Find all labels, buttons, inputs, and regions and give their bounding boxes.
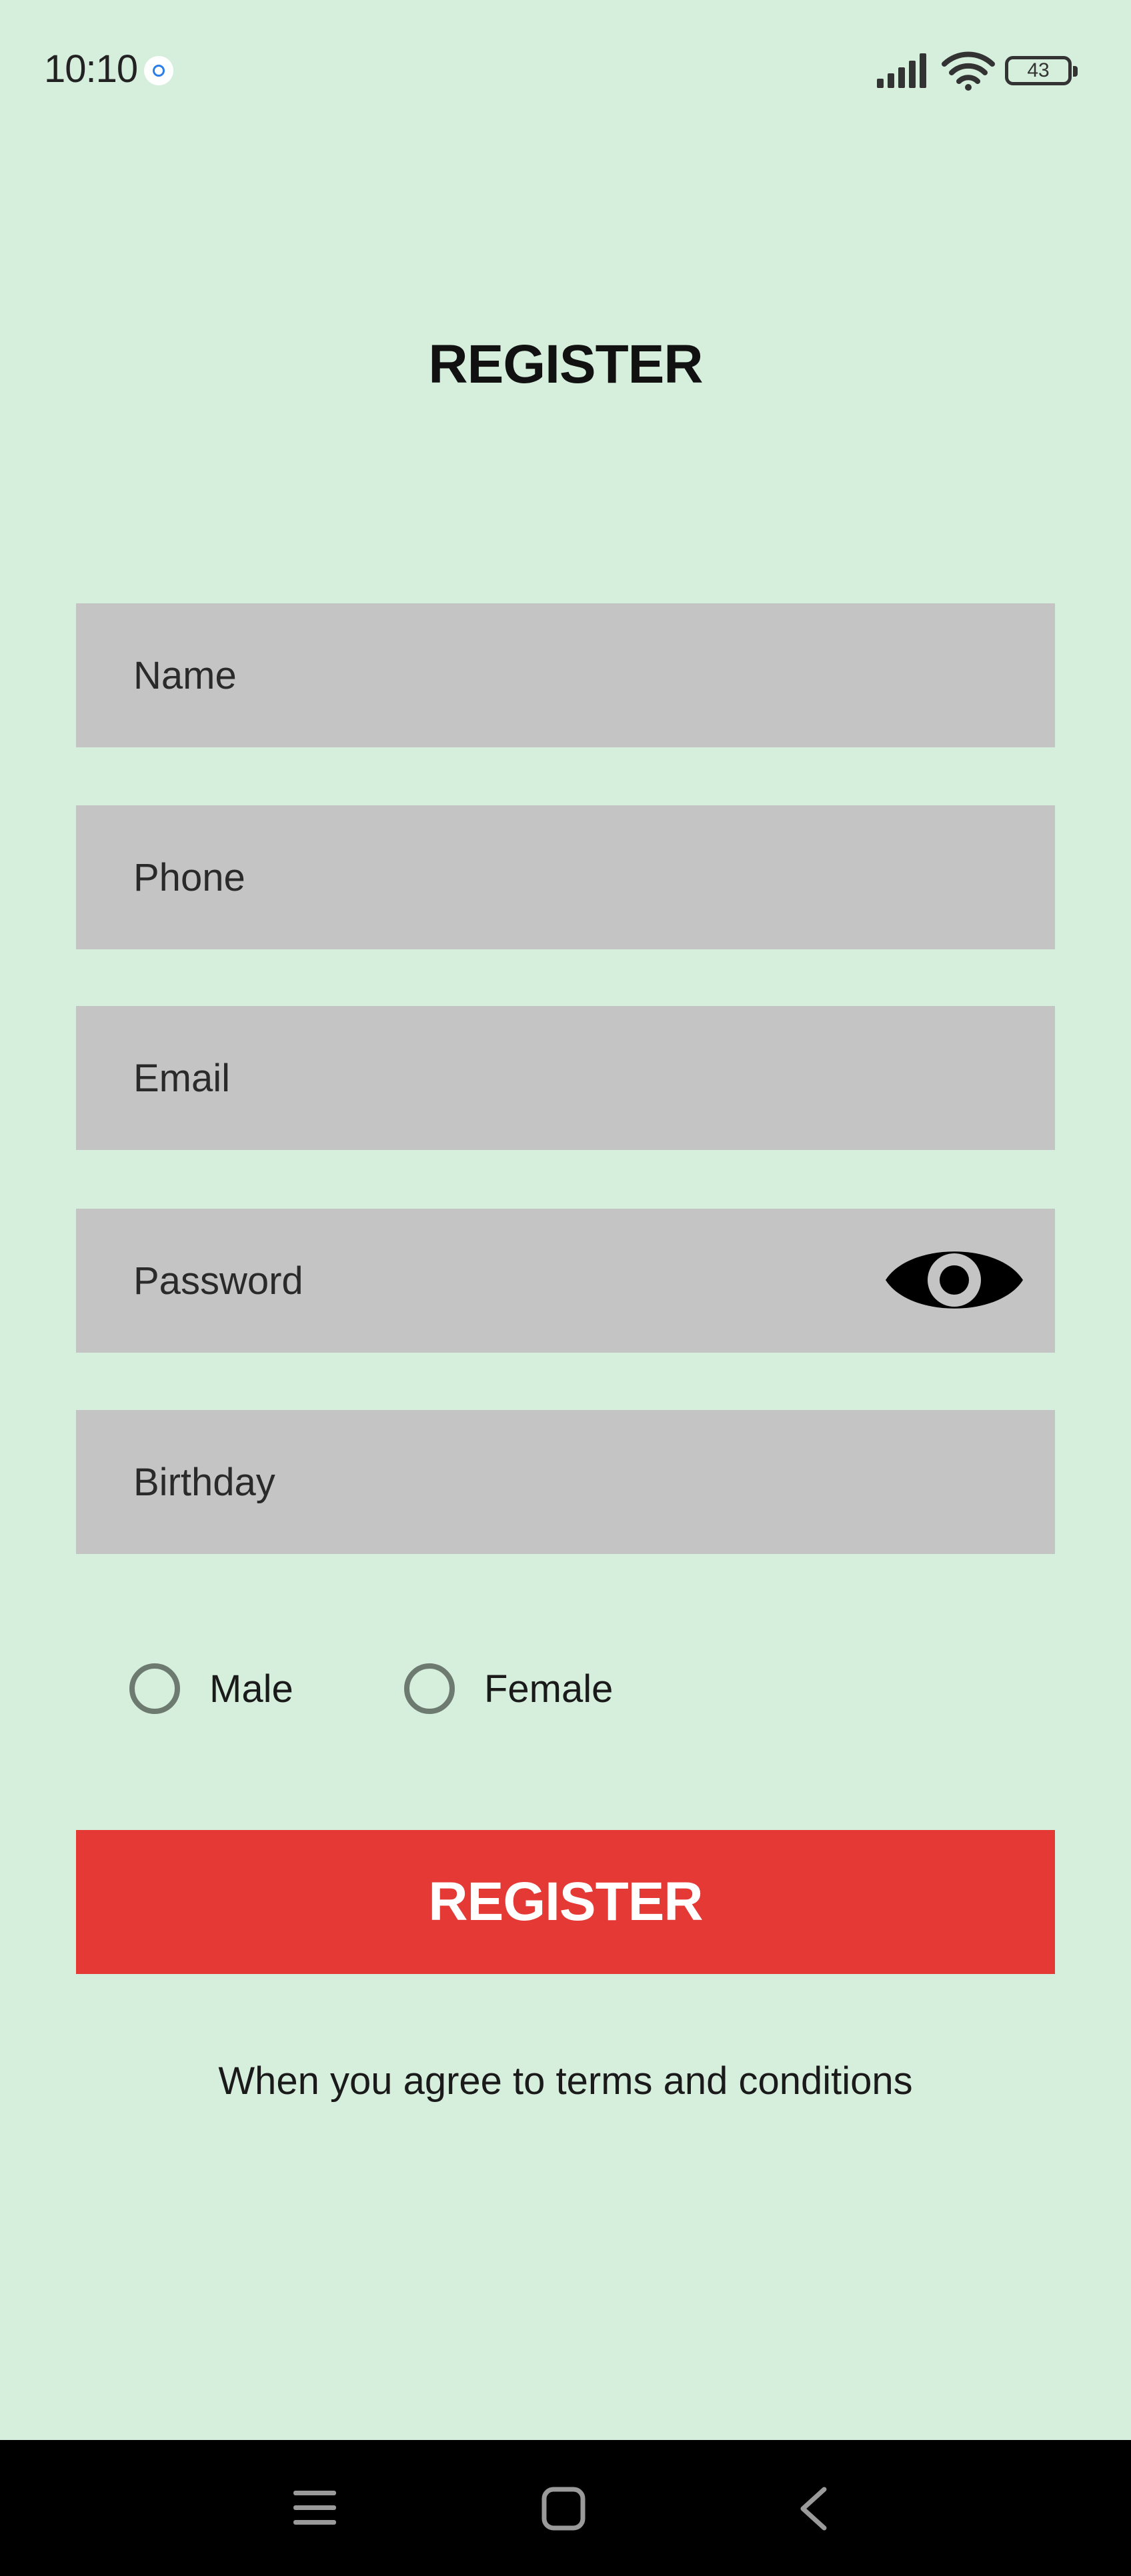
birthday-input[interactable]	[76, 1410, 1055, 1554]
email-field-container	[76, 1006, 1055, 1150]
email-input[interactable]	[76, 1006, 1055, 1150]
name-input[interactable]	[76, 603, 1055, 747]
eye-icon[interactable]	[883, 1235, 1026, 1325]
female-radio-circle[interactable]	[404, 1663, 455, 1714]
name-field-container	[76, 603, 1055, 747]
terms-text: When you agree to terms and conditions	[218, 2059, 913, 2103]
signal-icon	[877, 53, 926, 88]
female-radio[interactable]: Female	[404, 1663, 613, 1714]
birthday-field-container	[76, 1410, 1055, 1554]
male-radio-circle[interactable]	[129, 1663, 180, 1714]
status-time: 10:10	[44, 47, 138, 91]
notification-dot-icon	[144, 56, 173, 85]
register-button[interactable]: REGISTER	[76, 1830, 1055, 1974]
password-field-container	[76, 1209, 1055, 1353]
back-icon[interactable]	[798, 2487, 830, 2531]
status-bar: 10:10 43	[0, 0, 1131, 143]
battery-icon: 43	[1005, 56, 1078, 85]
system-nav-bar	[0, 2440, 1131, 2576]
male-label: Male	[209, 1667, 293, 1711]
phone-input[interactable]	[76, 805, 1055, 949]
home-icon[interactable]	[541, 2487, 586, 2531]
male-radio[interactable]: Male	[129, 1663, 293, 1714]
page-title: REGISTER	[428, 334, 703, 395]
wifi-icon	[942, 51, 995, 91]
battery-level: 43	[1027, 59, 1050, 81]
menu-icon[interactable]	[293, 2488, 336, 2528]
phone-field-container	[76, 805, 1055, 949]
female-label: Female	[484, 1667, 614, 1711]
